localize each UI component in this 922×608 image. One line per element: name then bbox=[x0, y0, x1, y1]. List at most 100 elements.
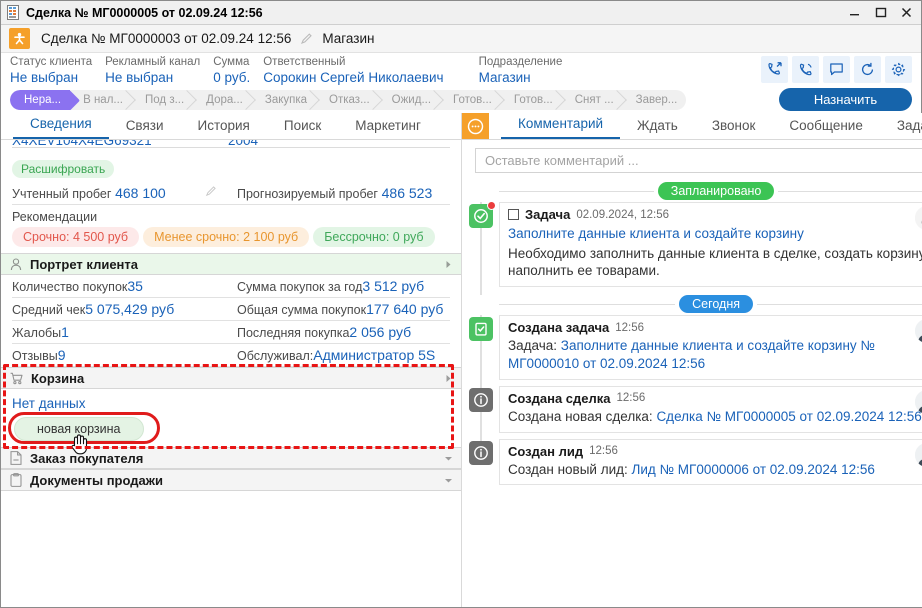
attr-value[interactable]: Магазин bbox=[479, 70, 563, 86]
portrait-field[interactable]: Количество покупок35 bbox=[12, 275, 225, 298]
pipeline-stage-4[interactable]: Закупка bbox=[252, 90, 316, 110]
header-toolbar bbox=[761, 56, 912, 83]
field-label: Обслуживал: bbox=[237, 349, 314, 363]
portrait-field[interactable]: Сумма покупок за год3 512 руб bbox=[225, 275, 450, 298]
portrait-field[interactable]: Общая сумма покупок177 640 руб bbox=[225, 298, 450, 321]
tab-связи[interactable]: Связи bbox=[109, 118, 181, 139]
chat-icon bbox=[462, 113, 489, 139]
section-header-client-portrait[interactable]: Портрет клиента bbox=[1, 253, 461, 275]
vin-value[interactable]: X4XEV104X4EG69321 bbox=[12, 140, 216, 148]
feed-card: Создан лид 12:56 Создан новый лид: Лид № М… bbox=[499, 438, 922, 486]
portrait-field[interactable]: Жалобы1 bbox=[12, 321, 225, 344]
tab-звонок[interactable]: Звонок bbox=[695, 118, 773, 139]
field-label: Средний чек bbox=[12, 303, 86, 317]
maximize-icon[interactable] bbox=[867, 2, 893, 24]
field-value: 2 056 руб bbox=[349, 324, 412, 340]
call-icon[interactable] bbox=[792, 56, 819, 83]
feed-item[interactable]: Создана задача 12:56 Задача: Заполните дан… bbox=[462, 315, 922, 388]
pipeline-stage-6[interactable]: Ожид... bbox=[379, 90, 440, 110]
right-panel: Комментарий Ждать Звонок Сообщение Задача Ос… bbox=[462, 113, 922, 607]
details-scroll-area[interactable]: X4XEV104X4EG69321 2004 Расшифровать Учте… bbox=[1, 140, 461, 607]
feed-item[interactable]: Создан лид 12:56 Создан новый лид: Лид № М… bbox=[462, 438, 922, 492]
star-icon[interactable] bbox=[9, 28, 30, 49]
tab-комментарий[interactable]: Комментарий bbox=[501, 116, 621, 139]
chevron-down-icon[interactable] bbox=[444, 476, 453, 485]
attr-value[interactable]: 0 руб. bbox=[213, 70, 250, 86]
field-value: 486 523 bbox=[381, 185, 433, 201]
portrait-field[interactable]: Обслуживал:Администратор 5S bbox=[225, 344, 450, 367]
feed-item[interactable]: Задача 02.09.2024, 12:56 Заполните данные … bbox=[462, 201, 922, 296]
tab-label: Связи bbox=[125, 118, 164, 133]
pipeline-stage-3[interactable]: Дора... bbox=[193, 90, 252, 110]
portrait-field[interactable]: Средний чек5 075,429 руб bbox=[12, 298, 225, 321]
field-label: Учтенный пробег bbox=[12, 187, 112, 201]
portrait-field[interactable]: Отзывы9 bbox=[12, 344, 225, 367]
window-title: Сделка № МГ0000005 от 02.09.24 12:56 bbox=[26, 5, 263, 20]
section-header-cart[interactable]: Корзина bbox=[1, 367, 461, 389]
feed-card-time: 12:56 bbox=[589, 445, 618, 458]
feed-text-link[interactable]: Лид № МГ0000006 от 02.09.2024 12:56 bbox=[632, 462, 875, 477]
chevron-right-icon[interactable] bbox=[444, 260, 453, 269]
actual-mileage-field[interactable]: Учтенный пробег 468 100 bbox=[12, 182, 225, 205]
chevron-down-icon[interactable] bbox=[444, 454, 453, 463]
attr-label: Рекламный канал bbox=[105, 56, 201, 68]
feed-card-text: Необходимо заполнить данные клиента в сд… bbox=[508, 245, 922, 279]
stage-label: Готов... bbox=[453, 94, 492, 106]
attr-value[interactable]: Не выбран bbox=[105, 70, 200, 86]
recommendation-chip-2[interactable]: Бессрочно: 0 руб bbox=[313, 227, 435, 247]
field-value: 177 640 руб bbox=[366, 301, 444, 317]
tab-поиск[interactable]: Поиск bbox=[267, 118, 338, 139]
attr-value[interactable]: Сорокин Сергей Николаевич bbox=[263, 70, 443, 86]
activity-feed[interactable]: Запланировано Задача 02.09.2024, 12:56 Запо… bbox=[462, 180, 922, 607]
portrait-field[interactable]: Последняя покупка2 056 руб bbox=[225, 321, 450, 344]
minimize-icon[interactable] bbox=[841, 2, 867, 24]
forecast-mileage-field[interactable]: Прогнозируемый пробег 486 523 bbox=[225, 182, 450, 205]
tab-ждать[interactable]: Ждать bbox=[620, 118, 695, 139]
pipeline-stage-7[interactable]: Готов... bbox=[440, 90, 501, 110]
tab-сообщение[interactable]: Сообщение bbox=[772, 118, 879, 139]
info-icon bbox=[468, 440, 493, 465]
tab-label: Комментарий bbox=[518, 116, 604, 131]
feed-card-title: Задача bbox=[525, 207, 571, 222]
pipeline-stage-10[interactable]: Завер... bbox=[623, 90, 687, 110]
chevron-right-icon[interactable] bbox=[444, 374, 453, 383]
recommendation-chip-0[interactable]: Срочно: 4 500 руб bbox=[12, 227, 140, 247]
section-title: Портрет клиента bbox=[30, 256, 138, 272]
comment-input[interactable]: Оставьте комментарий ... bbox=[475, 148, 922, 173]
divider-label: Сегодня bbox=[679, 295, 754, 314]
attr-value[interactable]: Не выбран bbox=[10, 70, 92, 86]
document-icon bbox=[6, 5, 20, 20]
feed-item[interactable]: Создана сделка 12:56 Создана новая сделка:… bbox=[462, 385, 922, 441]
right-tabs: Комментарий Ждать Звонок Сообщение Задача bbox=[462, 113, 922, 140]
message-icon[interactable] bbox=[823, 56, 850, 83]
assign-button[interactable]: Назначить bbox=[779, 88, 912, 111]
feed-card-link[interactable]: Заполните данные клиента и создайте корз… bbox=[508, 225, 922, 243]
gear-icon[interactable] bbox=[885, 56, 912, 83]
tab-маркетинг[interactable]: Маркетинг bbox=[338, 118, 438, 139]
recommendation-chip-1[interactable]: Менее срочно: 2 100 руб bbox=[143, 227, 310, 247]
tab-задача[interactable]: Задача bbox=[880, 118, 922, 139]
task-checkbox[interactable] bbox=[508, 209, 519, 220]
year-value[interactable]: 2004 bbox=[216, 140, 450, 148]
pipeline-stage-5[interactable]: Отказ... bbox=[316, 90, 379, 110]
feed-text-link[interactable]: Сделка № МГ0000005 от 02.09.2024 12:56 bbox=[656, 409, 921, 424]
pipeline-stage-0[interactable]: Нера... bbox=[10, 90, 71, 110]
pipeline-stage-9[interactable]: Снят ... bbox=[562, 90, 623, 110]
feed-text-link[interactable]: Заполните данные клиента и создайте корз… bbox=[508, 338, 875, 371]
main-split: Сведения Связи История Поиск Маркетинг X4XEV… bbox=[1, 113, 922, 607]
cart-empty-text: Нет данных bbox=[12, 396, 86, 411]
pipeline-stage-2[interactable]: Под з... bbox=[132, 90, 193, 110]
close-icon[interactable] bbox=[893, 2, 919, 24]
deal-window: Сделка № МГ0000005 от 02.09.24 12:56 Сде… bbox=[0, 0, 922, 608]
pipeline-stage-8[interactable]: Готов... bbox=[501, 90, 562, 110]
refresh-icon[interactable] bbox=[854, 56, 881, 83]
outgoing-call-icon[interactable] bbox=[761, 56, 788, 83]
stage-label: Под з... bbox=[145, 94, 185, 106]
feed-card-time: 12:56 bbox=[616, 392, 646, 405]
pencil-icon[interactable] bbox=[300, 32, 313, 45]
section-header-sales-documents[interactable]: Документы продажи bbox=[1, 469, 461, 491]
decode-button[interactable]: Расшифровать bbox=[12, 160, 115, 178]
tab-сведения[interactable]: Сведения bbox=[13, 116, 109, 139]
pencil-icon[interactable] bbox=[205, 185, 217, 200]
tab-история[interactable]: История bbox=[181, 118, 267, 139]
